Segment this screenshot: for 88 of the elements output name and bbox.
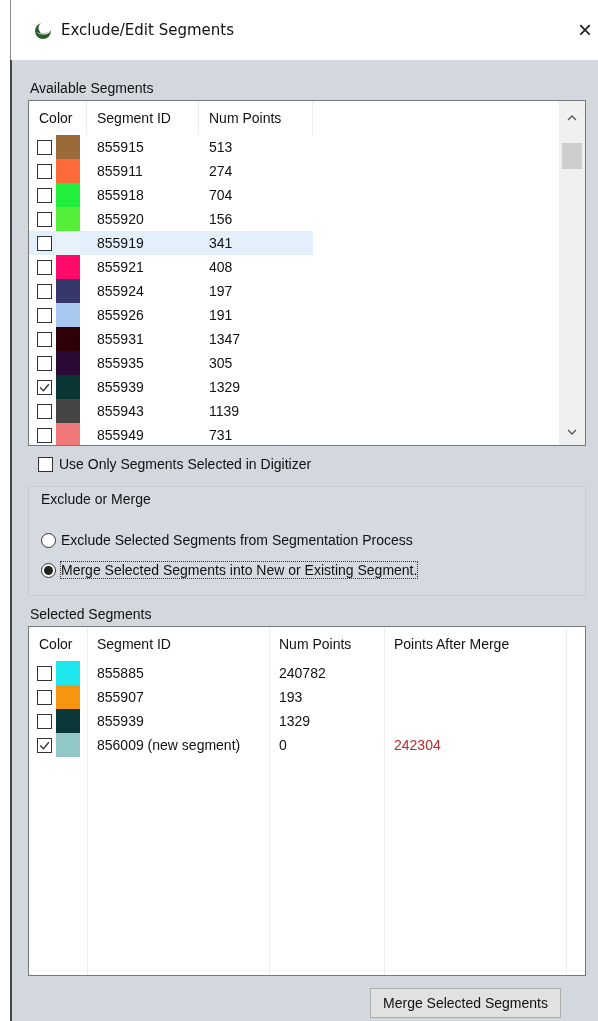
- table-row[interactable]: 855931 1347: [29, 327, 313, 351]
- table-cell-text: 341: [208, 234, 234, 253]
- table-row[interactable]: 855919 341: [29, 231, 313, 255]
- table-cell-text: 855931: [96, 330, 145, 349]
- radio-button[interactable]: [41, 562, 56, 578]
- checkbox[interactable]: [37, 187, 52, 203]
- merge-selected-segments-button[interactable]: Merge Selected Segments: [370, 988, 561, 1018]
- section-label: Selected Segments: [29, 605, 153, 622]
- table-cell-text: 1347: [208, 330, 242, 349]
- close-button[interactable]: ×: [572, 16, 598, 44]
- table-cell-text: 855939: [96, 378, 145, 397]
- table-cell-text: 0: [278, 736, 288, 755]
- table-row[interactable]: 855926 191: [29, 303, 313, 327]
- checkbox[interactable]: [37, 259, 52, 275]
- column-header[interactable]: Segment ID: [87, 627, 269, 661]
- table-cell-text: 856009 (new segment): [96, 736, 242, 755]
- table-cell-text: 156: [208, 210, 234, 229]
- checkbox[interactable]: [37, 355, 52, 371]
- scroll-thumb[interactable]: [562, 143, 582, 169]
- checkbox[interactable]: [37, 379, 52, 395]
- table-cell-text: 1139: [208, 402, 241, 421]
- table-cell-text: 855915: [96, 138, 145, 157]
- section-label: Available Segments: [29, 79, 155, 96]
- scrollbar[interactable]: [559, 101, 585, 445]
- checkbox[interactable]: [37, 713, 52, 729]
- table-cell-text: 305: [208, 354, 234, 373]
- table-cell-text: 855911: [96, 162, 144, 181]
- radio-button[interactable]: [41, 532, 56, 548]
- checkbox[interactable]: [37, 235, 52, 251]
- column-header[interactable]: Segment ID: [87, 101, 199, 135]
- checkbox[interactable]: [37, 737, 52, 753]
- table-row[interactable]: 855949 731: [29, 423, 313, 445]
- table-row[interactable]: 855918 704: [29, 183, 313, 207]
- radio-label[interactable]: Exclude Selected Segments from Segmentation Process: [61, 532, 413, 548]
- table-row[interactable]: 855921 408: [29, 255, 313, 279]
- table-cell-text: 240782: [278, 664, 327, 683]
- column-header[interactable]: Num Points: [269, 627, 384, 661]
- table-row[interactable]: 855911 274: [29, 159, 313, 183]
- table-cell-text: 197: [208, 282, 234, 301]
- table-cell-text: 855921: [96, 258, 145, 277]
- table-cell-text: 855920: [96, 210, 145, 229]
- scroll-up-icon[interactable]: [567, 115, 577, 121]
- column-header[interactable]: Points After Merge: [384, 627, 566, 661]
- table-cell-text: 274: [208, 162, 234, 181]
- table-row[interactable]: 855943 1139: [29, 399, 313, 423]
- checkbox-label[interactable]: Use Only Segments Selected in Digitizer: [59, 456, 312, 472]
- checkbox[interactable]: [37, 139, 52, 155]
- table-cell-text: 513: [208, 138, 234, 157]
- table-cell-text: 855949: [96, 426, 145, 445]
- table-cell-text: 855935: [96, 354, 145, 373]
- window-title: Exclude/Edit Segments: [61, 21, 234, 39]
- checkbox[interactable]: [37, 403, 52, 419]
- table-cell-text: 242304: [393, 736, 442, 755]
- table-cell-text: 731: [208, 426, 234, 445]
- table-cell-text: 704: [208, 186, 234, 205]
- table-cell-text: 1329: [278, 712, 312, 731]
- table-cell-text: 855924: [96, 282, 145, 301]
- column-header[interactable]: Num Points: [199, 101, 313, 135]
- table-cell-text: 855943: [96, 402, 145, 421]
- app-logo-icon: [33, 20, 53, 40]
- table-row[interactable]: 855939 1329: [29, 375, 313, 399]
- checkbox[interactable]: [37, 283, 52, 299]
- table-cell-text: 855926: [96, 306, 145, 325]
- table-row[interactable]: 855935 305: [29, 351, 313, 375]
- table-cell-text: 855907: [96, 688, 145, 707]
- table-row[interactable]: 855920 156: [29, 207, 313, 231]
- checkbox[interactable]: [37, 163, 52, 179]
- group-label: Exclude or Merge: [41, 491, 152, 507]
- checkbox[interactable]: [38, 456, 53, 472]
- table-cell-text: 855939: [96, 712, 145, 731]
- table-cell-text: 1329: [208, 378, 242, 397]
- table-row[interactable]: 855915 513: [29, 135, 313, 159]
- table-cell-text: 855918: [96, 186, 145, 205]
- checkbox[interactable]: [37, 331, 52, 347]
- table-cell-text: 855885: [96, 664, 145, 683]
- checkbox[interactable]: [37, 665, 52, 681]
- column-header[interactable]: Color: [29, 627, 87, 661]
- checkbox[interactable]: [37, 211, 52, 227]
- table-cell-text: 191: [208, 306, 234, 325]
- table-cell-text: 855919: [96, 234, 145, 253]
- table-cell-text: 408: [208, 258, 234, 277]
- scroll-down-icon[interactable]: [567, 429, 577, 435]
- checkbox[interactable]: [37, 689, 52, 705]
- checkbox[interactable]: [37, 427, 52, 443]
- radio-label[interactable]: Merge Selected Segments into New or Existing Segment.: [61, 562, 418, 578]
- table-row[interactable]: 855924 197: [29, 279, 313, 303]
- table-cell-text: 193: [278, 688, 304, 707]
- checkbox[interactable]: [37, 307, 52, 323]
